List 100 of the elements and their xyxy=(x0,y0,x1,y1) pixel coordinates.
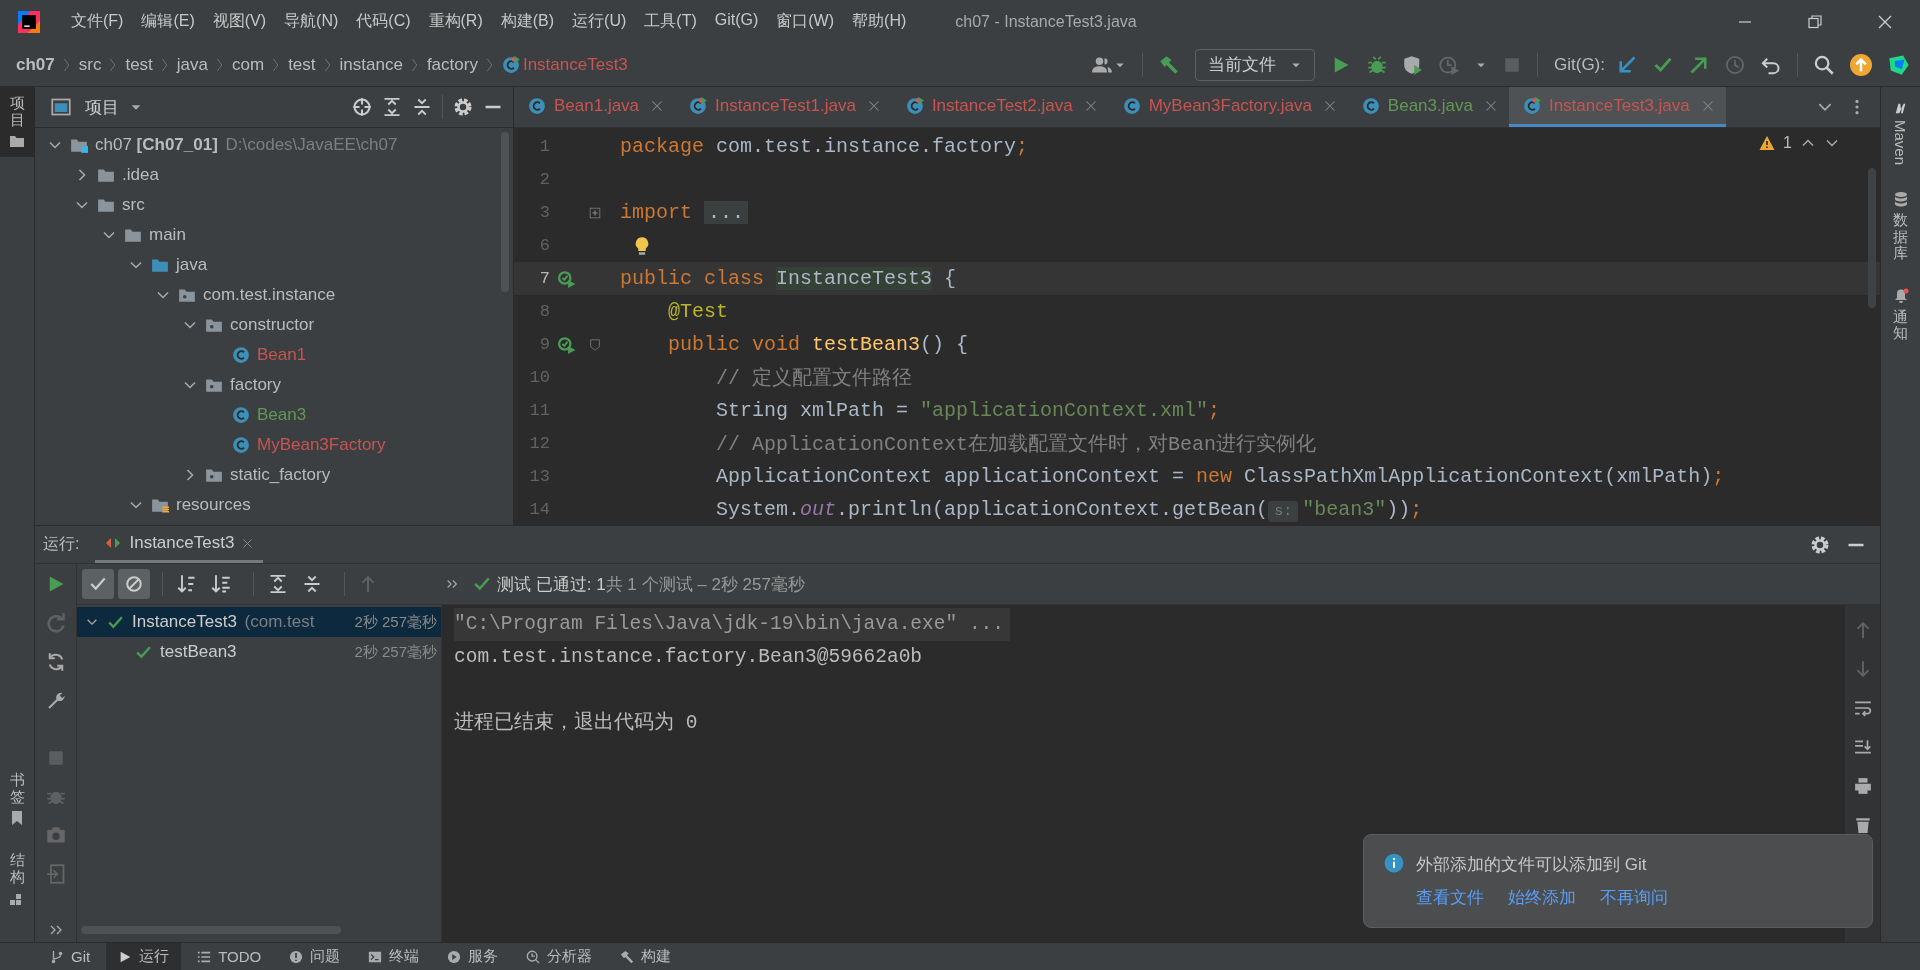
toolbox-icon[interactable] xyxy=(1888,53,1910,76)
tool-window-tab[interactable]: 运行 xyxy=(106,943,182,970)
warning-count[interactable]: 1 xyxy=(1783,134,1792,152)
notification-message: 外部添加的文件可以添加到 Git xyxy=(1416,854,1648,876)
menu-item[interactable]: 构建(B) xyxy=(491,11,564,32)
crosshair-icon[interactable] xyxy=(352,97,372,117)
print-icon[interactable] xyxy=(1853,777,1872,795)
class-icon xyxy=(528,96,546,115)
collapse-all-icon[interactable] xyxy=(412,97,432,117)
close-icon[interactable] xyxy=(867,99,880,112)
menu-item[interactable]: 视图(V) xyxy=(203,11,276,32)
sort-icon[interactable] xyxy=(177,574,197,594)
panel-title[interactable]: 项目 xyxy=(85,95,119,119)
run-test-icon[interactable] xyxy=(558,269,576,288)
tree-item[interactable]: resources xyxy=(176,495,251,515)
search-icon[interactable] xyxy=(1814,54,1834,75)
tool-window-button[interactable]: 数据库 xyxy=(1881,183,1920,270)
expand-all-icon[interactable] xyxy=(382,97,402,117)
breadcrumb[interactable]: ch07 xyxy=(16,54,55,75)
run-config-dropdown[interactable]: 当前文件 xyxy=(1195,48,1315,81)
class-icon xyxy=(232,406,250,424)
close-icon[interactable] xyxy=(242,537,254,549)
panel-title: 运行: xyxy=(43,534,80,554)
tree-item[interactable]: .idea xyxy=(122,165,159,185)
breadcrumb[interactable]: java xyxy=(176,54,208,75)
fold-expand-icon[interactable] xyxy=(588,205,602,220)
code-line: public void testBean3() { xyxy=(667,333,969,356)
tree-item[interactable]: com.test.instance xyxy=(203,285,336,305)
breadcrumb[interactable]: instance xyxy=(339,54,403,75)
tree-item[interactable]: factory xyxy=(230,375,282,395)
coverage-icon[interactable] xyxy=(1403,54,1423,75)
window-title: ch07 - InstanceTest3.java xyxy=(955,12,1137,31)
tool-window-tab[interactable]: 问题 xyxy=(277,943,353,970)
test-row[interactable]: InstanceTest3 (com.test 2秒 257毫秒 xyxy=(77,607,441,637)
test-row[interactable]: testBean3 2秒 257毫秒 xyxy=(77,637,441,667)
tool-window-button[interactable]: 通知 xyxy=(1881,279,1920,350)
tree-item[interactable]: ch07 [Ch07_01] D:\codes\JavaEE\ch07 xyxy=(95,135,398,155)
notification-link[interactable]: 不再询问 xyxy=(1600,886,1668,909)
tool-window-tab[interactable]: 构建 xyxy=(608,943,684,970)
settings-icon[interactable] xyxy=(1810,534,1830,555)
tree-item[interactable]: main xyxy=(149,225,186,245)
breadcrumb[interactable]: com xyxy=(232,54,265,75)
menu-item[interactable]: Git(G) xyxy=(705,11,768,32)
breadcrumb[interactable]: test xyxy=(288,54,316,75)
menu-item[interactable]: 窗口(W) xyxy=(767,11,844,32)
debug-icon[interactable] xyxy=(1367,54,1387,75)
tool-window-button[interactable]: Maven xyxy=(1881,93,1920,174)
sort-duration-icon[interactable] xyxy=(211,574,231,594)
menu-item[interactable]: 帮助(H) xyxy=(843,11,916,32)
run-test-icon[interactable] xyxy=(558,335,576,354)
close-icon[interactable] xyxy=(1484,99,1497,112)
tool-window-tab[interactable]: 终端 xyxy=(356,943,432,970)
more-icon[interactable] xyxy=(445,577,459,591)
tree-item[interactable]: Bean3 xyxy=(257,405,307,425)
breadcrumb[interactable]: factory xyxy=(426,54,478,75)
tree-item[interactable]: static_factory xyxy=(230,465,331,485)
code-line: // 定义配置文件路径 xyxy=(715,366,913,391)
tool-window-button[interactable]: 书签 xyxy=(0,764,34,834)
arrow-down-left-icon[interactable] xyxy=(1617,54,1637,75)
close-icon[interactable] xyxy=(1084,99,1097,112)
tool-window-tab[interactable]: Git xyxy=(38,943,103,970)
close-icon[interactable] xyxy=(1323,99,1336,112)
breadcrumb[interactable]: test xyxy=(125,54,153,75)
run-tab[interactable]: InstanceTest3 xyxy=(95,526,264,563)
expand-all-icon[interactable] xyxy=(268,574,288,594)
settings-icon[interactable] xyxy=(453,97,473,117)
fold-icon[interactable] xyxy=(588,337,602,352)
test-class-icon xyxy=(905,96,924,115)
menu-item[interactable]: 重构(R) xyxy=(419,11,492,32)
breadcrumb[interactable]: src xyxy=(78,54,102,75)
close-icon[interactable] xyxy=(651,99,664,112)
tool-window-tab[interactable]: 分析器 xyxy=(514,943,605,970)
show-ignored-toggle[interactable] xyxy=(118,569,150,599)
update-icon[interactable] xyxy=(1850,53,1872,76)
tool-window-button[interactable]: 结构 xyxy=(0,844,34,914)
collapse-all-icon[interactable] xyxy=(302,574,322,594)
test-class-icon xyxy=(1522,96,1541,115)
tree-item[interactable]: src xyxy=(122,195,145,215)
tool-window-tab[interactable]: TODO xyxy=(185,943,274,970)
test-class-icon xyxy=(689,96,708,115)
tree-item[interactable]: constructor xyxy=(230,315,315,335)
show-passed-toggle[interactable] xyxy=(82,569,114,599)
notification-link[interactable]: 查看文件 xyxy=(1416,886,1484,909)
tree-item[interactable]: java xyxy=(176,255,208,275)
menu-item[interactable]: 代码(C) xyxy=(347,11,420,32)
tool-window-button[interactable]: 项目 xyxy=(0,87,34,157)
soft-wrap-icon[interactable] xyxy=(1853,699,1872,717)
tool-window-tab[interactable]: 服务 xyxy=(435,943,511,970)
scroll-to-end-icon[interactable] xyxy=(1853,738,1872,756)
menu-item[interactable]: 编辑(E) xyxy=(132,11,204,32)
menu-item[interactable]: 文件(F) xyxy=(62,11,133,32)
notification-link[interactable]: 始终添加 xyxy=(1508,886,1576,909)
trash-icon[interactable] xyxy=(1853,816,1872,834)
scrollbar[interactable] xyxy=(1868,168,1876,308)
editor-tab[interactable]: Bean3.java xyxy=(1347,87,1509,127)
menu-item[interactable]: 工具(T) xyxy=(635,11,706,32)
hammer-icon[interactable] xyxy=(1159,54,1179,75)
menu-item[interactable]: 运行(U) xyxy=(563,11,636,32)
menu-item[interactable]: 导航(N) xyxy=(275,11,348,32)
hammer-icon xyxy=(620,949,635,964)
